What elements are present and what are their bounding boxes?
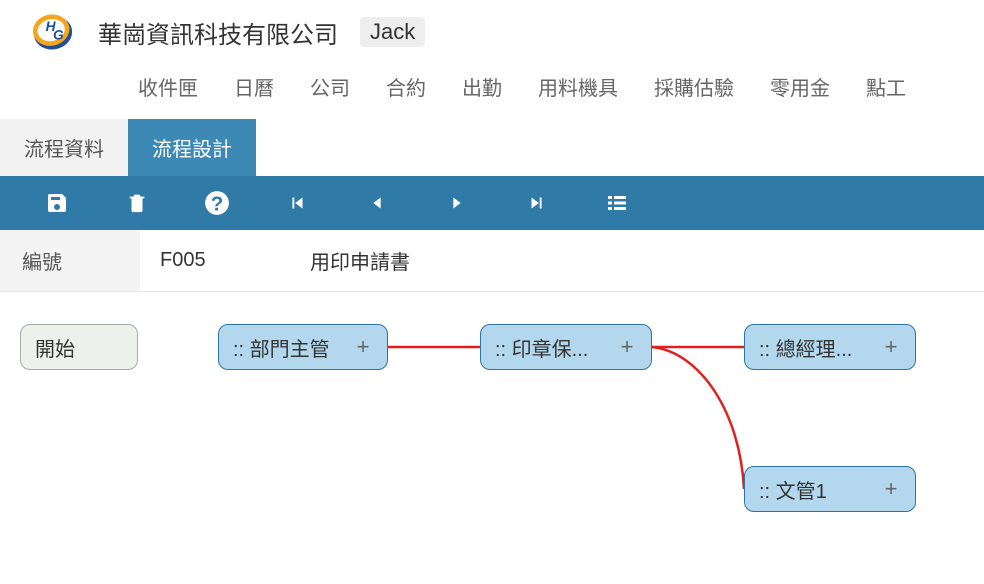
nav-calendar[interactable]: 日曆 [234, 72, 274, 101]
info-row: 編號 F005 用印申請書 [0, 230, 984, 292]
user-badge[interactable]: Jack [360, 17, 425, 47]
svg-text:G: G [53, 27, 64, 42]
nav-contract[interactable]: 合約 [386, 72, 426, 101]
prev-icon[interactable] [364, 190, 390, 216]
nav-materials[interactable]: 用料機具 [538, 72, 618, 101]
node-label: :: 總經理... [759, 333, 852, 362]
nav-pettycash[interactable]: 零用金 [770, 72, 830, 101]
svg-text:?: ? [211, 193, 224, 216]
flow-node-start[interactable]: 開始 [20, 324, 138, 370]
flow-node-dept-manager[interactable]: :: 部門主管 + [218, 324, 388, 370]
logo-icon: H G [30, 10, 76, 54]
code-value: F005 [140, 230, 300, 291]
node-label: :: 印章保... [495, 333, 588, 362]
tab-bar: 流程資料 流程設計 [0, 119, 984, 176]
nav-inbox[interactable]: 收件匣 [138, 72, 198, 101]
first-icon[interactable] [284, 190, 310, 216]
tab-flow-design[interactable]: 流程設計 [128, 119, 256, 176]
nav-labor[interactable]: 點工 [866, 72, 906, 101]
last-icon[interactable] [524, 190, 550, 216]
app-header: H G 華崗資訊科技有限公司 Jack [0, 0, 984, 58]
node-add-button[interactable]: + [881, 334, 901, 360]
flow-node-general-manager[interactable]: :: 總經理... + [744, 324, 916, 370]
next-icon[interactable] [444, 190, 470, 216]
flow-node-seal-keeper[interactable]: :: 印章保... + [480, 324, 652, 370]
logo: H G [30, 10, 76, 54]
node-add-button[interactable]: + [881, 476, 901, 502]
doc-title: 用印申請書 [300, 230, 420, 291]
node-add-button[interactable]: + [353, 334, 373, 360]
flow-node-doc-control[interactable]: :: 文管1 + [744, 466, 916, 512]
help-icon[interactable]: ? [204, 190, 230, 216]
code-label: 編號 [0, 230, 140, 291]
delete-icon[interactable] [124, 190, 150, 216]
nav-company[interactable]: 公司 [310, 72, 350, 101]
list-icon[interactable] [604, 190, 630, 216]
save-icon[interactable] [44, 190, 70, 216]
node-label: :: 文管1 [759, 475, 827, 504]
tab-flow-data[interactable]: 流程資料 [0, 119, 128, 176]
node-label: 開始 [35, 333, 75, 362]
company-title: 華崗資訊科技有限公司 [98, 15, 338, 50]
node-add-button[interactable]: + [617, 334, 637, 360]
flow-canvas[interactable]: 開始 :: 部門主管 + :: 印章保... + :: 總經理... + :: … [0, 292, 984, 572]
main-nav: 收件匣 日曆 公司 合約 出勤 用料機具 採購估驗 零用金 點工 [0, 58, 984, 119]
nav-attendance[interactable]: 出勤 [462, 72, 502, 101]
toolbar: ? [0, 176, 984, 230]
node-label: :: 部門主管 [233, 333, 330, 362]
nav-procurement[interactable]: 採購估驗 [654, 72, 734, 101]
